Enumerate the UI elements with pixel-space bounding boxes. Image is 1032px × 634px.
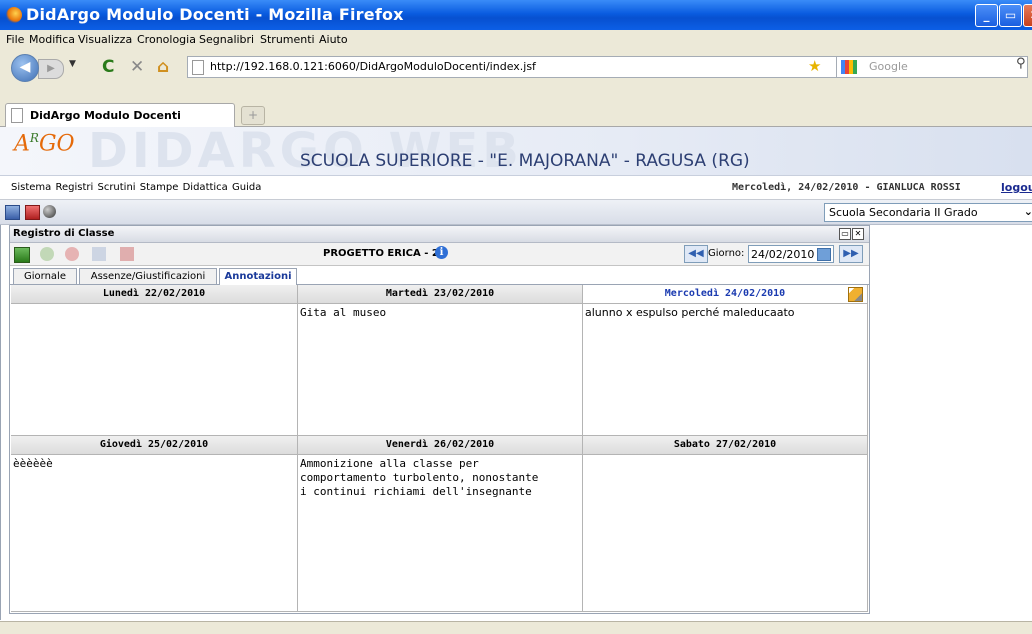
confirm-icon[interactable]: [40, 247, 54, 261]
new-tab-button[interactable]: +: [241, 106, 265, 125]
day-header-text: Mercoledì 24/02/2010: [664, 288, 786, 299]
panel-tabs: Giornale Assenze/Giustificazioni Annotaz…: [10, 266, 869, 286]
url-bar[interactable]: http://192.168.0.121:6060/DidArgoModuloD…: [187, 56, 909, 78]
menu-segnalibri[interactable]: Segnalibri: [199, 33, 254, 46]
app-header: DIDARGO WEB ARGO SCUOLA SUPERIORE - "E. …: [0, 127, 1032, 176]
chevron-down-icon[interactable]: ⌄: [1024, 205, 1032, 218]
page-icon: [11, 108, 23, 123]
reload-icon[interactable]: C: [102, 57, 114, 77]
browser-menubar: File Modifica Visualizza Cronologia Segn…: [0, 30, 1032, 51]
menu-registri[interactable]: Registri: [55, 182, 93, 193]
day-header: Sabato 27/02/2010: [583, 436, 867, 455]
panel-maximize-icon[interactable]: ▭: [839, 228, 851, 240]
browser-tabstrip: DidArgo Modulo Docenti +: [0, 100, 1032, 127]
argo-logo: ARGO: [14, 131, 75, 157]
menu-scrutini[interactable]: Scrutini: [97, 182, 135, 193]
tab-label: DidArgo Modulo Docenti: [30, 109, 181, 122]
class-label: PROGETTO ERICA - 2A: [323, 248, 447, 259]
menu-guida[interactable]: Guida: [232, 182, 261, 193]
menu-sistema[interactable]: Sistema: [11, 182, 51, 193]
bookmark-star-icon[interactable]: ★: [808, 57, 821, 75]
registro-panel: Registro di Classe ▭ ✕ PROGETTO ERICA - …: [9, 225, 870, 614]
options-icon[interactable]: [43, 205, 56, 218]
day-note: Ammonizione alla classe per comportament…: [300, 457, 539, 498]
exit-icon[interactable]: [14, 247, 30, 263]
annotazioni-grid: Lunedì 22/02/2010 Martedì 23/02/2010 Git…: [11, 285, 868, 612]
logout-link[interactable]: logout: [1001, 181, 1032, 194]
tab-annotazioni[interactable]: Annotazioni: [219, 268, 297, 286]
school-level-value: Scuola Secondaria II Grado: [829, 206, 978, 219]
window-titlebar: DidArgo Modulo Docenti - Mozilla Firefox…: [0, 0, 1032, 30]
mail-icon[interactable]: [92, 247, 106, 261]
app-toolbar: Scuola Secondaria II Grado ⌄: [0, 200, 1032, 225]
day-note: alunno x espulso perché maleducaato: [585, 306, 795, 319]
day-cell[interactable]: Venerdì 26/02/2010 Ammonizione alla clas…: [298, 436, 583, 612]
print-icon[interactable]: [120, 247, 134, 261]
calendar-icon[interactable]: [817, 248, 831, 261]
menu-file[interactable]: File: [6, 33, 24, 46]
forward-button[interactable]: ▶: [38, 59, 64, 79]
tab-assenze[interactable]: Assenze/Giustificazioni: [79, 268, 217, 284]
firefox-icon: [6, 7, 22, 23]
app-menubar: Sistema Registri Scrutini Stampe Didatti…: [0, 176, 1032, 200]
date-user-label: Mercoledì, 24/02/2010 - GIANLUCA ROSSI: [732, 182, 961, 193]
menu-visualizza[interactable]: Visualizza: [78, 33, 132, 46]
school-level-select[interactable]: Scuola Secondaria II Grado ⌄: [824, 203, 1032, 222]
day-header-today: Mercoledì 24/02/2010: [583, 285, 867, 304]
panel-titlebar: Registro di Classe ▭ ✕: [10, 226, 869, 243]
previous-day-button[interactable]: ◀◀: [684, 245, 708, 263]
maximize-button[interactable]: ▭: [999, 4, 1022, 27]
panel-close-icon[interactable]: ✕: [852, 228, 864, 240]
delete-icon[interactable]: [65, 247, 79, 261]
next-day-button[interactable]: ▶▶: [839, 245, 863, 263]
search-placeholder: Google: [869, 60, 908, 73]
day-cell[interactable]: Giovedì 25/02/2010 èèèèèè: [11, 436, 298, 612]
search-icon[interactable]: ⚲: [1016, 56, 1026, 71]
registro-icon[interactable]: [5, 205, 20, 220]
menu-cronologia[interactable]: Cronologia: [137, 33, 196, 46]
day-cell[interactable]: Martedì 23/02/2010 Gita al museo: [298, 285, 583, 436]
minimize-button[interactable]: _: [975, 4, 998, 27]
day-cell[interactable]: Sabato 27/02/2010: [583, 436, 868, 612]
menu-didattica[interactable]: Didattica: [183, 182, 228, 193]
app-menu: Sistema Registri Scrutini Stampe Didatti…: [11, 182, 261, 193]
menu-modifica[interactable]: Modifica: [29, 33, 75, 46]
day-header: Giovedì 25/02/2010: [11, 436, 297, 455]
navigation-bar: ▶ ◀ ▼ C ✕ ⌂ http://192.168.0.121:6060/Di…: [0, 50, 1032, 100]
menu-aiuto[interactable]: Aiuto: [319, 33, 348, 46]
info-icon[interactable]: i: [435, 246, 448, 259]
menu-stampe[interactable]: Stampe: [140, 182, 179, 193]
menu-strumenti[interactable]: Strumenti: [260, 33, 315, 46]
day-header: Venerdì 26/02/2010: [298, 436, 582, 455]
page-icon: [192, 60, 204, 75]
status-bar: [0, 621, 1032, 634]
panel-toolbar: PROGETTO ERICA - 2A i ◀◀ Giorno: 24/02/2…: [10, 243, 869, 266]
school-name: SCUOLA SUPERIORE - "E. MAJORANA" - RAGUS…: [300, 151, 750, 171]
giorno-label: Giorno:: [708, 248, 745, 259]
left-border: [0, 225, 1, 620]
close-button[interactable]: ✕: [1023, 4, 1032, 27]
date-value: 24/02/2010: [751, 248, 815, 261]
back-button[interactable]: ◀: [11, 54, 39, 82]
history-dropdown-icon[interactable]: ▼: [69, 59, 76, 69]
window-title: DidArgo Modulo Docenti - Mozilla Firefox: [26, 5, 404, 24]
home-icon[interactable]: ⌂: [157, 57, 169, 77]
google-icon[interactable]: [841, 60, 857, 74]
day-cell-today[interactable]: Mercoledì 24/02/2010 alunno x espulso pe…: [583, 285, 868, 436]
panel-title: Registro di Classe: [13, 228, 115, 239]
url-text: http://192.168.0.121:6060/DidArgoModuloD…: [210, 60, 536, 73]
browser-tab[interactable]: DidArgo Modulo Docenti: [5, 103, 235, 127]
edit-pencil-icon[interactable]: [848, 287, 863, 302]
date-field[interactable]: 24/02/2010: [748, 245, 834, 263]
day-note: Gita al museo: [300, 306, 387, 319]
tab-giornale[interactable]: Giornale: [13, 268, 77, 284]
day-header: Lunedì 22/02/2010: [11, 285, 297, 304]
day-cell[interactable]: Lunedì 22/02/2010: [11, 285, 298, 436]
day-note: èèèèèè: [13, 457, 53, 470]
day-header: Martedì 23/02/2010: [298, 285, 582, 304]
book-icon[interactable]: [25, 205, 40, 220]
search-input[interactable]: Google: [836, 56, 1028, 78]
stop-icon[interactable]: ✕: [130, 57, 144, 77]
